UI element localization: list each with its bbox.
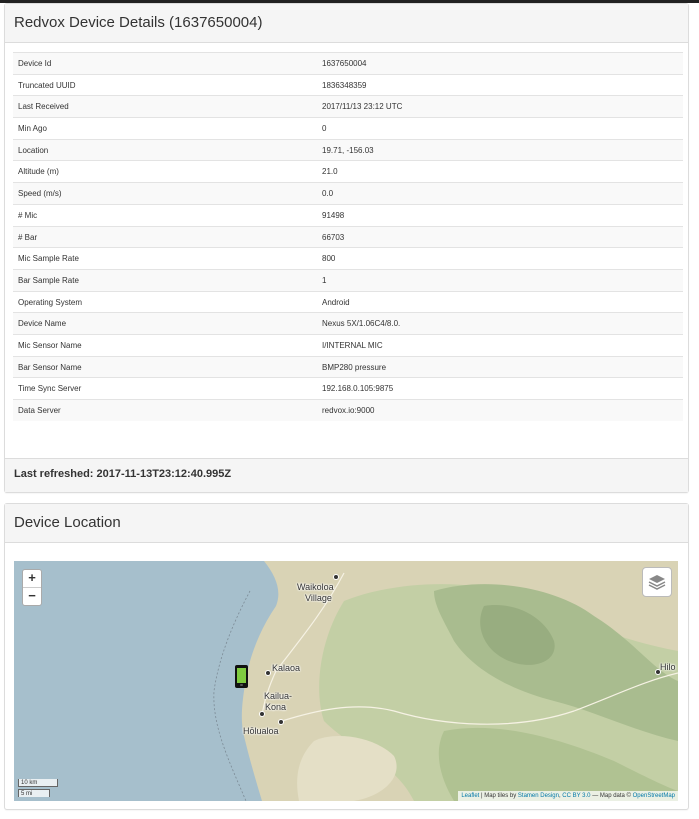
- town-dot: [333, 574, 339, 580]
- row-value: 1836348359: [322, 80, 367, 90]
- table-row: Truncated UUID 1836348359: [13, 73, 683, 96]
- device-details-panel: Redvox Device Details (1637650004) Devic…: [4, 3, 689, 493]
- row-key: Last Received: [18, 102, 69, 112]
- table-row: Bar Sensor Name BMP280 pressure: [13, 355, 683, 378]
- marker-screen: [237, 668, 246, 683]
- place-label-hilo: Hilo: [660, 662, 676, 672]
- layers-icon: [648, 575, 666, 590]
- marker-button: [240, 684, 243, 686]
- row-key: Min Ago: [18, 124, 47, 134]
- table-row: # Bar 66703: [13, 225, 683, 248]
- stamen-link[interactable]: Stamen Design: [518, 793, 559, 799]
- row-value: 1: [322, 275, 327, 285]
- town-dot: [265, 670, 271, 676]
- row-key: Device Id: [18, 59, 52, 68]
- layers-button[interactable]: [642, 567, 672, 597]
- leaflet-link[interactable]: Leaflet: [461, 793, 479, 799]
- row-value: I/INTERNAL MIC: [322, 340, 383, 350]
- row-value: 800: [322, 254, 336, 264]
- table-row: Mic Sample Rate 800: [13, 247, 683, 269]
- row-key: # Mic: [18, 210, 38, 220]
- row-value: 19.71, -156.03: [322, 145, 374, 155]
- table-row: Operating System Android: [13, 290, 683, 313]
- osm-link[interactable]: OpenStreetMap: [633, 793, 675, 799]
- device-location-title: Device Location: [5, 504, 688, 543]
- row-key: Device Name: [18, 319, 67, 329]
- place-label-kailua-kona: Kailua- Kona: [264, 691, 293, 712]
- table-row: Altitude (m) 21.0: [13, 160, 683, 182]
- row-key: Bar Sensor Name: [18, 362, 82, 372]
- row-value: BMP280 pressure: [322, 362, 387, 372]
- row-value: Android: [322, 297, 350, 307]
- row-key: Mic Sensor Name: [18, 340, 82, 350]
- zoom-in-button[interactable]: +: [23, 570, 41, 587]
- place-label-waikoloa: Waikoloa Village: [297, 582, 334, 603]
- row-value: 21.0: [322, 167, 338, 177]
- table-row: Last Received 2017/11/13 23:12 UTC: [13, 95, 683, 118]
- map[interactable]: + − Waikoloa Village Kalaoa Kailua- Kona H…: [14, 561, 678, 801]
- ccby-link[interactable]: CC BY 3.0: [562, 793, 590, 799]
- device-details-title: Redvox Device Details (1637650004): [5, 4, 688, 43]
- row-key: Truncated UUID: [18, 80, 76, 90]
- table-row: Device Name Nexus 5X/1.06C4/8.0.: [13, 312, 683, 334]
- table-row: Speed (m/s) 0.0: [13, 182, 683, 204]
- map-attribution: Leaflet | Map tiles by Stamen Design, CC…: [458, 791, 678, 801]
- table-row: Data Server redvox.io:9000: [13, 399, 683, 421]
- table-row: # Mic 91498: [13, 203, 683, 226]
- row-value: 0: [322, 124, 327, 134]
- table-row: Min Ago 0: [13, 117, 683, 139]
- attribution-text: | Map tiles by: [479, 793, 518, 799]
- row-key: Operating System: [18, 297, 83, 307]
- row-value: Nexus 5X/1.06C4/8.0.: [322, 319, 401, 329]
- table-row: Mic Sensor Name I/INTERNAL MIC: [13, 333, 683, 356]
- scale-km: 10 km: [18, 779, 58, 787]
- row-key: Bar Sample Rate: [18, 275, 79, 285]
- town-dot: [278, 719, 284, 725]
- row-value: 66703: [322, 232, 345, 242]
- last-refreshed: Last refreshed: 2017-11-13T23:12:40.995Z: [5, 458, 688, 492]
- map-tiles: [213, 561, 678, 801]
- row-key: Altitude (m): [18, 167, 59, 177]
- row-value: 0.0: [322, 189, 334, 199]
- mobile-phone-icon[interactable]: [235, 665, 248, 688]
- table-row: Device Id 1637650004: [13, 52, 683, 74]
- row-value: 1637650004: [322, 59, 367, 68]
- row-key: Location: [18, 145, 49, 155]
- row-key: # Bar: [18, 232, 38, 242]
- row-key: Mic Sample Rate: [18, 254, 79, 264]
- attribution-text: — Map data ©: [590, 793, 633, 799]
- zoom-out-button[interactable]: −: [23, 587, 41, 605]
- device-details-table: Device Id 1637650004 Truncated UUID 1836348…: [13, 52, 683, 421]
- place-label-kalaoa: Kalaoa: [272, 663, 301, 673]
- table-row: Time Sync Server 192.168.0.105:9875: [13, 377, 683, 399]
- zoom-control: + −: [22, 569, 42, 606]
- row-value: 192.168.0.105:9875: [322, 384, 394, 394]
- table-row: Bar Sample Rate 1: [13, 268, 683, 291]
- place-label-holualoa: Hōlualoa: [243, 726, 279, 736]
- row-value: redvox.io:9000: [322, 406, 375, 415]
- row-value: 91498: [322, 210, 345, 220]
- row-key: Speed (m/s): [18, 189, 62, 199]
- row-key: Data Server: [18, 406, 61, 415]
- device-location-panel: Device Location + − Waikoloa Village Kal…: [4, 503, 689, 810]
- row-value: 2017/11/13 23:12 UTC: [322, 102, 403, 112]
- scale-mi: 5 mi: [18, 789, 50, 797]
- row-key: Time Sync Server: [18, 384, 82, 394]
- table-row: Location 19.71, -156.03: [13, 138, 683, 161]
